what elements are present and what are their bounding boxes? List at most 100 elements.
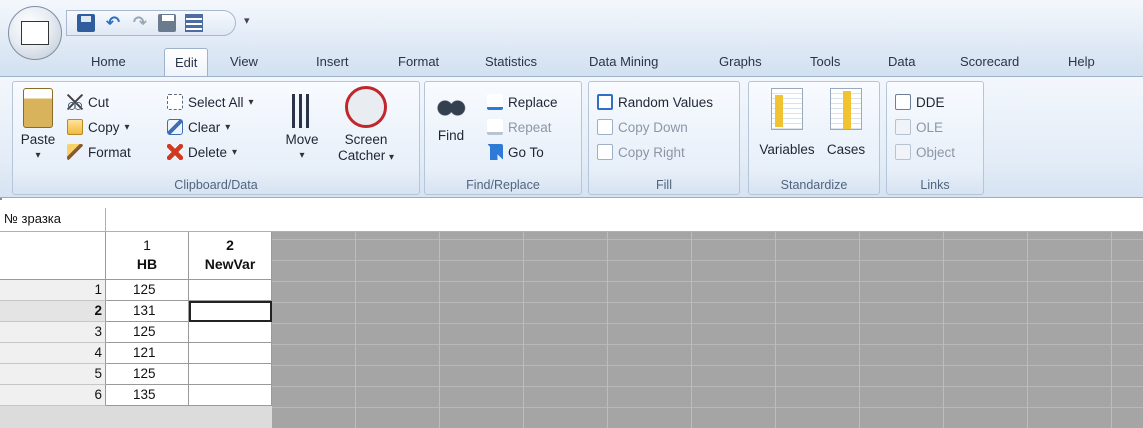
tab-statistics[interactable]: Statistics	[485, 54, 537, 69]
screen-catcher-label-2: Catcher	[337, 148, 386, 163]
print-icon[interactable]	[158, 14, 176, 32]
group-fill: Random Values Copy Down Copy Right Fill	[588, 81, 740, 195]
variables-icon	[771, 88, 803, 130]
paste-button[interactable]: Paste ▾	[17, 88, 59, 164]
tab-view[interactable]: View	[230, 54, 258, 69]
cell-newvar[interactable]	[189, 322, 272, 343]
empty-rows-area	[0, 406, 272, 428]
object-label: Object	[916, 144, 956, 160]
copy-button[interactable]: Copy ▾	[67, 117, 130, 137]
column-number: 2	[226, 237, 234, 253]
select-all-button[interactable]: Select All ▾	[167, 92, 254, 112]
row-header[interactable]: 3	[0, 322, 106, 343]
copy-dropdown-icon: ▾	[124, 121, 130, 133]
move-icon	[292, 94, 312, 128]
cell-hb[interactable]: 135	[106, 385, 189, 406]
cell-hb[interactable]: 121	[106, 343, 189, 364]
tab-graphs[interactable]: Graphs	[719, 54, 762, 69]
copy-right-button[interactable]: Copy Right	[597, 142, 685, 162]
ole-button[interactable]: OLE	[895, 117, 943, 137]
customize-toolbar-icon[interactable]: ▾	[244, 14, 250, 27]
case-name-header[interactable]: № зразка	[0, 208, 106, 232]
column-name: HB	[136, 256, 158, 272]
scissors-icon	[67, 94, 83, 110]
cell-newvar[interactable]	[189, 385, 272, 406]
app-menu-button[interactable]	[8, 6, 62, 60]
tab-insert[interactable]: Insert	[316, 54, 349, 69]
row-header[interactable]: 5	[0, 364, 106, 385]
copy-down-button[interactable]: Copy Down	[597, 117, 688, 137]
grid-icon[interactable]	[185, 14, 203, 32]
column-header-newvar[interactable]: 2 NewVar	[189, 232, 272, 280]
move-label: Move	[285, 132, 319, 147]
copy-icon	[67, 119, 83, 135]
cell-hb[interactable]: 125	[106, 280, 189, 301]
title-bar: ↶ ↷ ▾	[0, 0, 1143, 60]
dde-button[interactable]: DDE	[895, 92, 945, 112]
variables-button[interactable]: Variables	[757, 88, 817, 158]
arrow-right-icon	[487, 144, 503, 160]
move-button[interactable]: Move ▾	[281, 88, 323, 164]
select-all-icon	[167, 94, 183, 110]
undo-icon[interactable]: ↶	[104, 14, 122, 32]
column-header-hb[interactable]: 1 HB	[106, 232, 189, 280]
paste-icon	[23, 88, 53, 128]
group-label-find-replace: Find/Replace	[466, 178, 540, 192]
cell-hb[interactable]: 125	[106, 364, 189, 385]
group-label-clipboard: Clipboard/Data	[174, 178, 258, 192]
save-icon[interactable]	[77, 14, 95, 32]
clear-button[interactable]: Clear ▾	[167, 117, 230, 137]
replace-button[interactable]: Replace	[487, 92, 558, 112]
delete-dropdown-icon: ▾	[232, 146, 238, 158]
object-button[interactable]: Object	[895, 142, 955, 162]
tab-edit[interactable]: Edit	[164, 48, 209, 77]
row-header[interactable]: 6	[0, 385, 106, 406]
tab-home[interactable]: Home	[91, 54, 126, 69]
screen-catcher-button[interactable]: Screen Catcher ▾	[331, 86, 401, 166]
paste-label: Paste	[20, 132, 56, 147]
quick-access-toolbar: ↶ ↷	[66, 10, 236, 36]
tab-format[interactable]: Format	[398, 54, 439, 69]
redo-icon[interactable]: ↷	[131, 14, 149, 32]
screen-catcher-icon	[345, 86, 387, 128]
format-button[interactable]: Format	[67, 142, 131, 162]
delete-button[interactable]: Delete ▾	[167, 142, 237, 162]
random-values-button[interactable]: Random Values	[597, 92, 713, 112]
object-icon	[895, 144, 911, 160]
row-header[interactable]: 1	[0, 280, 106, 301]
group-label-links: Links	[920, 178, 950, 192]
replace-icon	[487, 94, 503, 110]
group-find-replace: Find Replace Repeat Go To Find/Replace	[424, 81, 582, 195]
cell-hb[interactable]: 125	[106, 322, 189, 343]
tab-tools[interactable]: Tools	[810, 54, 840, 69]
tab-data-mining[interactable]: Data Mining	[589, 54, 658, 69]
repeat-icon	[487, 119, 503, 135]
cases-icon	[830, 88, 862, 130]
binoculars-icon	[436, 90, 466, 120]
tab-data[interactable]: Data	[888, 54, 915, 69]
repeat-button[interactable]: Repeat	[487, 117, 552, 137]
cell-newvar-active[interactable]	[189, 301, 272, 322]
cases-label: Cases	[826, 142, 866, 157]
find-button[interactable]: Find	[431, 90, 471, 144]
ribbon-panel: Paste ▾ Cut Copy ▾ Format Select All ▾ C…	[0, 76, 1143, 198]
go-to-button[interactable]: Go To	[487, 142, 544, 162]
sheet-top-margin	[0, 200, 1143, 208]
row-header[interactable]: 4	[0, 343, 106, 364]
cut-button[interactable]: Cut	[67, 92, 109, 112]
group-label-fill: Fill	[656, 178, 672, 192]
go-to-label: Go To	[508, 144, 544, 160]
cell-newvar[interactable]	[189, 280, 272, 301]
cell-newvar[interactable]	[189, 343, 272, 364]
tab-help[interactable]: Help	[1068, 54, 1095, 69]
cell-newvar[interactable]	[189, 364, 272, 385]
row-header[interactable]: 2	[0, 301, 106, 322]
screen-catcher-label-1: Screen	[344, 132, 388, 147]
random-icon	[597, 94, 613, 110]
cell-hb[interactable]: 131	[106, 301, 189, 322]
tab-scorecard[interactable]: Scorecard	[960, 54, 1019, 69]
screen-catcher-dropdown-icon: ▾	[389, 152, 395, 163]
cases-button[interactable]: Cases	[821, 88, 871, 158]
header-corner[interactable]	[0, 232, 106, 280]
name-strip	[106, 208, 1143, 232]
